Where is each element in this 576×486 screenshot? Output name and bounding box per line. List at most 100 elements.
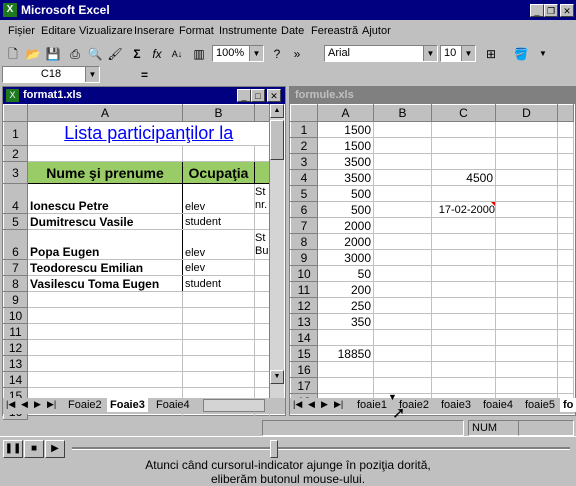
cell[interactable] <box>431 265 496 282</box>
cell[interactable] <box>431 329 496 346</box>
cell[interactable] <box>373 169 432 186</box>
cell[interactable]: student <box>182 213 255 230</box>
preview-icon[interactable]: 🔍 <box>86 45 104 63</box>
next-sheet-icon[interactable]: ▶ <box>34 399 41 410</box>
minimize-icon[interactable]: _ <box>237 89 251 102</box>
cell[interactable] <box>557 137 574 154</box>
cell[interactable] <box>431 233 496 250</box>
cell[interactable] <box>557 217 574 234</box>
cell[interactable] <box>373 137 432 154</box>
cell[interactable] <box>431 153 496 170</box>
cell[interactable]: 200 <box>317 281 374 298</box>
name-box[interactable]: C18 ▼ <box>2 66 100 83</box>
cell[interactable] <box>254 323 270 340</box>
cell[interactable]: 50 <box>317 265 374 282</box>
cell[interactable]: Teodorescu Emilian <box>27 259 183 276</box>
cell[interactable] <box>495 361 558 378</box>
cell[interactable] <box>254 291 270 308</box>
print-icon[interactable]: ⎙ <box>66 45 84 63</box>
cell[interactable] <box>495 185 558 202</box>
cell[interactable] <box>557 185 574 202</box>
tab-fo[interactable]: fo <box>560 398 576 412</box>
menu-inserare[interactable]: Inserare <box>134 25 174 37</box>
cell[interactable] <box>431 377 496 394</box>
cell[interactable]: elev <box>182 183 255 214</box>
tab-foaie1[interactable]: foaie1 <box>354 398 390 412</box>
cell[interactable] <box>431 137 496 154</box>
row-header[interactable]: 13 <box>3 355 28 372</box>
cell[interactable] <box>557 361 574 378</box>
vertical-scrollbar[interactable]: ▲ ▼ <box>269 104 284 398</box>
cell[interactable] <box>373 121 432 138</box>
cell[interactable] <box>431 297 496 314</box>
cell[interactable] <box>557 201 574 218</box>
cell[interactable]: Ionescu Petre <box>27 183 183 214</box>
cell[interactable]: 500 <box>317 185 374 202</box>
cell[interactable] <box>182 145 255 162</box>
next-sheet-icon[interactable]: ▶ <box>321 399 328 410</box>
cell[interactable] <box>373 297 432 314</box>
first-sheet-icon[interactable]: |◀ <box>293 399 302 410</box>
cell[interactable] <box>373 313 432 330</box>
close-icon[interactable]: ✕ <box>560 4 574 17</box>
cell[interactable] <box>431 345 496 362</box>
restore-icon[interactable]: ❐ <box>544 4 558 17</box>
menu-vizualizare[interactable]: Vizualizare <box>79 25 133 37</box>
col-header[interactable]: B <box>182 104 255 122</box>
cell[interactable] <box>254 161 270 184</box>
cell[interactable] <box>373 329 432 346</box>
cell[interactable] <box>495 297 558 314</box>
cell[interactable] <box>182 371 255 388</box>
cell[interactable] <box>495 169 558 186</box>
autosum-icon[interactable]: Σ <box>128 45 146 63</box>
cell[interactable] <box>27 339 183 356</box>
cell[interactable] <box>431 281 496 298</box>
cell[interactable] <box>557 233 574 250</box>
menu-fisier[interactable]: Fișier <box>8 25 35 37</box>
minimize-icon[interactable]: _ <box>530 4 544 17</box>
col-header[interactable] <box>557 104 574 122</box>
prev-sheet-icon[interactable]: ◀ <box>308 399 315 410</box>
row-header[interactable]: 1 <box>290 121 318 138</box>
cell[interactable] <box>27 307 183 324</box>
cell[interactable]: 500 <box>317 201 374 218</box>
toolbar-options-icon[interactable]: » <box>288 45 306 63</box>
row-header[interactable]: 11 <box>290 281 318 298</box>
cell[interactable] <box>373 201 432 218</box>
cell[interactable] <box>557 281 574 298</box>
row-header[interactable]: 7 <box>3 259 28 276</box>
cell[interactable]: student <box>182 275 255 292</box>
cell[interactable] <box>254 371 270 388</box>
tab-foaie2[interactable]: Foaie2 <box>65 398 105 412</box>
cell[interactable] <box>373 153 432 170</box>
cell[interactable] <box>373 377 432 394</box>
cell[interactable] <box>254 145 270 162</box>
cell[interactable] <box>495 233 558 250</box>
cell[interactable] <box>557 153 574 170</box>
scroll-thumb[interactable] <box>270 120 284 160</box>
row-header[interactable]: 10 <box>290 265 318 282</box>
cell[interactable] <box>495 313 558 330</box>
menu-format[interactable]: Format <box>179 25 214 37</box>
cell[interactable] <box>495 281 558 298</box>
cell[interactable] <box>373 361 432 378</box>
cell[interactable]: Dumitrescu Vasile <box>27 213 183 230</box>
cell[interactable] <box>373 233 432 250</box>
cell[interactable]: elev <box>182 259 255 276</box>
cell[interactable] <box>431 185 496 202</box>
cell[interactable]: 1500 <box>317 121 374 138</box>
cell[interactable] <box>373 345 432 362</box>
row-header[interactable]: 6 <box>290 201 318 218</box>
zoom-select[interactable]: 100% ▼ <box>212 45 264 62</box>
chevron-down-icon[interactable]: ▼ <box>423 46 437 61</box>
cell[interactable] <box>431 313 496 330</box>
scroll-down-icon[interactable]: ▼ <box>270 370 284 384</box>
chevron-down-icon[interactable]: ▼ <box>85 67 99 82</box>
row-header[interactable]: 8 <box>3 275 28 292</box>
cell[interactable]: Vasilescu Toma Eugen <box>27 275 183 292</box>
cell[interactable] <box>254 355 270 372</box>
col-header[interactable]: B <box>373 104 432 122</box>
cell[interactable] <box>557 265 574 282</box>
cell[interactable] <box>27 291 183 308</box>
header-ocupatia[interactable]: Ocupaţia <box>182 161 255 184</box>
